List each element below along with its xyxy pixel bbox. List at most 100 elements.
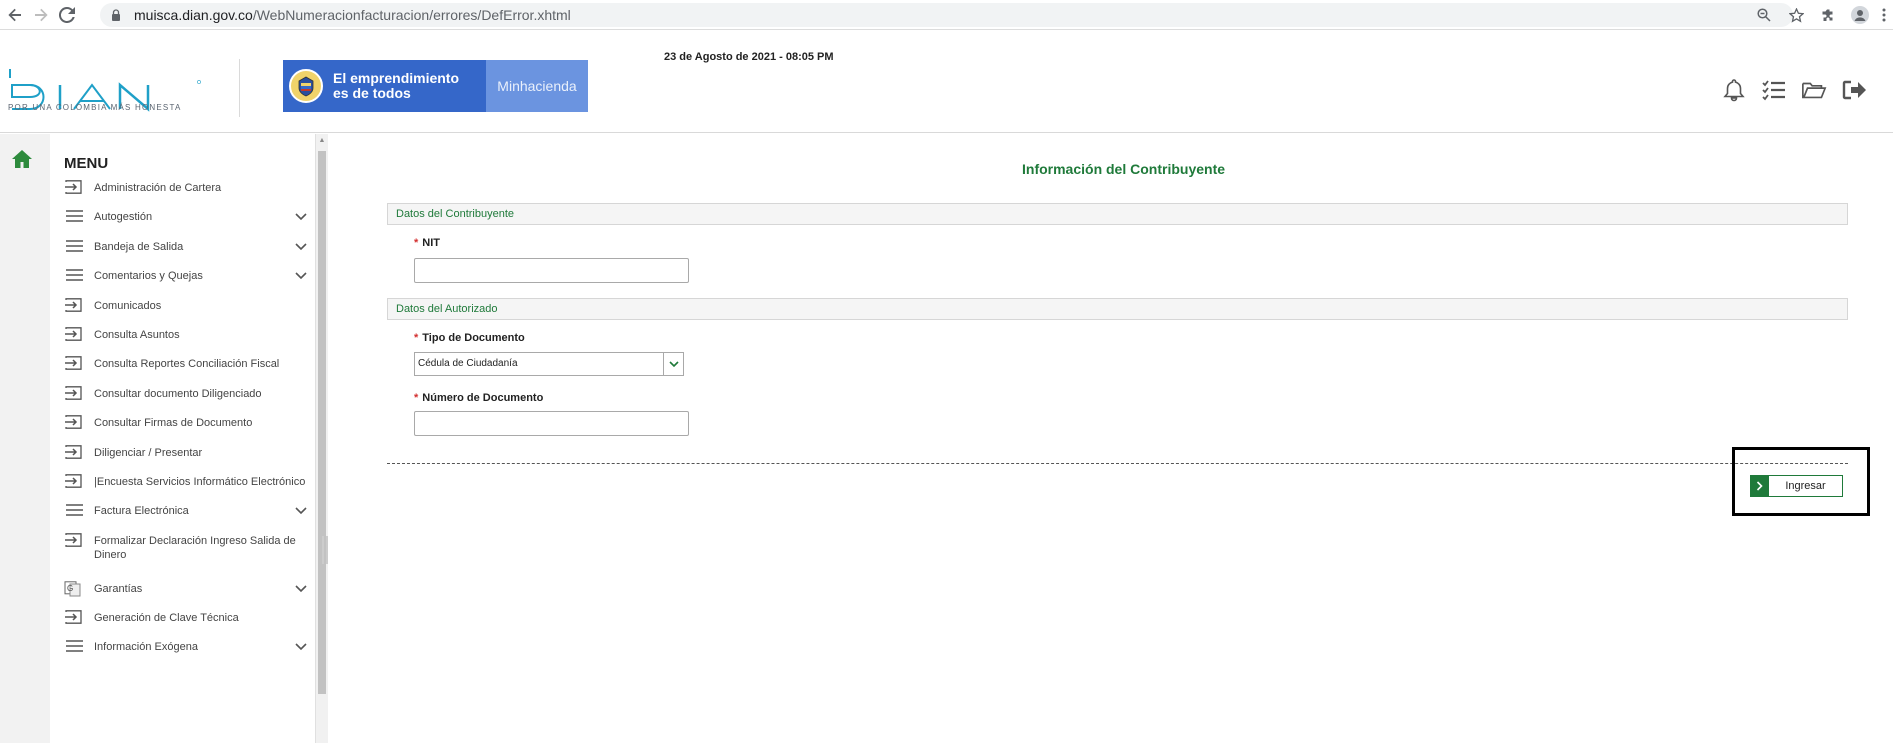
- arrow-right-box-icon: [64, 385, 86, 400]
- sidebar-item-label: Formalizar Declaración Ingreso Salida de…: [94, 534, 296, 561]
- scroll-up-arrow-icon[interactable]: ▲: [318, 137, 326, 145]
- arrow-right-box-icon: [64, 444, 86, 459]
- address-bar[interactable]: muisca.dian.gov.co/WebNumeracionfacturac…: [100, 3, 1793, 27]
- arrow-right-box-icon: [64, 356, 86, 371]
- sidebar-item[interactable]: Formalizar Declaración Ingreso Salida de…: [64, 532, 310, 582]
- nit-label: * NIT: [414, 237, 440, 249]
- numero-documento-label: * Número de Documento: [414, 392, 543, 404]
- required-mark: *: [414, 237, 419, 249]
- hamburger-icon: [64, 503, 86, 517]
- gov-banner-line1: El emprendimiento: [333, 70, 460, 86]
- arrow-right-box-icon: [64, 532, 86, 547]
- sidebar-item-label: Consulta Asuntos: [94, 328, 180, 341]
- sidebar-item-label: Factura Electrónica: [94, 505, 189, 518]
- required-mark: *: [414, 392, 419, 404]
- sidebar-menu: MENU Administración de Cartera Autogestió…: [50, 134, 316, 743]
- back-icon[interactable]: [4, 4, 26, 26]
- gov-banner-left: El emprendimiento es de todos: [283, 60, 486, 112]
- numero-documento-label-text: Número de Documento: [422, 392, 544, 404]
- sidebar-item[interactable]: Consultar Firmas de Documento: [64, 415, 310, 445]
- sidebar-item[interactable]: Consultar documento Diligenciado: [64, 385, 310, 416]
- reload-icon[interactable]: [56, 4, 78, 26]
- bell-icon[interactable]: [1721, 77, 1747, 103]
- chevron-down-icon[interactable]: [294, 210, 308, 224]
- hamburger-icon: [64, 209, 86, 223]
- sidebar-item[interactable]: Comentarios y Quejas: [64, 269, 310, 298]
- arrow-right-box-icon: [64, 297, 86, 312]
- minhacienda-label: Minhacienda: [486, 60, 588, 112]
- hamburger-icon: [64, 268, 86, 282]
- header-divider: [239, 59, 240, 117]
- sidebar-item-label: Información Exógena: [94, 641, 198, 654]
- chevron-down-icon[interactable]: [294, 582, 308, 596]
- lock-icon: [112, 9, 120, 21]
- chevron-down-icon[interactable]: [294, 269, 308, 283]
- sidebar-rail: [0, 134, 50, 743]
- gov-banner[interactable]: El emprendimiento es de todos Minhaciend…: [283, 60, 588, 112]
- menu-dots-icon[interactable]: [1881, 4, 1887, 26]
- sidebar-item[interactable]: |Encuesta Servicios Informático Electrón…: [64, 474, 310, 504]
- checklist-icon[interactable]: [1761, 77, 1787, 103]
- header-date: 23 de Agosto de 2021 - 08:05 PM: [664, 51, 834, 63]
- forward-icon[interactable]: [30, 4, 52, 26]
- profile-avatar-icon[interactable]: [1849, 4, 1871, 26]
- chevron-down-icon[interactable]: [294, 504, 308, 518]
- chevron-down-icon[interactable]: [294, 240, 308, 254]
- chevron-right-icon: [1751, 476, 1769, 496]
- sidebar-item[interactable]: Información Exógena: [64, 640, 310, 669]
- arrow-right-box-icon: [64, 327, 86, 341]
- folder-open-icon[interactable]: [1801, 77, 1827, 103]
- sidebar-scrollbar-thumb[interactable]: [318, 151, 326, 694]
- colombia-seal-icon: [289, 69, 323, 103]
- site-header: POR UNA COLOMBIA MÁS HONESTA El emprendi…: [0, 31, 1893, 133]
- arrow-right-box-icon: [64, 610, 86, 624]
- page-title: Información del Contribuyente: [1022, 161, 1226, 177]
- sidebar-item[interactable]: Autogestión: [64, 210, 310, 239]
- arrow-right-box-icon: [64, 474, 86, 488]
- sidebar-collapse-handle[interactable]: [322, 536, 328, 564]
- dian-logo[interactable]: [8, 51, 208, 141]
- sidebar-item[interactable]: Comunicados: [64, 297, 310, 328]
- url-path: /WebNumeracionfacturacion/errores/DefErr…: [252, 7, 571, 23]
- sidebar-item[interactable]: Factura Electrónica: [64, 504, 310, 533]
- url-host: muisca.dian.gov.co: [134, 7, 253, 23]
- required-mark: *: [414, 332, 419, 344]
- sidebar-item[interactable]: Consulta Reportes Conciliación Fiscal: [64, 356, 310, 386]
- hamburger-icon: [64, 239, 86, 253]
- logout-icon[interactable]: [1841, 77, 1867, 103]
- home-icon[interactable]: [11, 149, 33, 169]
- sidebar-item[interactable]: Diligenciar / Presentar: [64, 444, 310, 475]
- sidebar-item-label: Comentarios y Quejas: [94, 270, 203, 283]
- tipo-documento-label-text: Tipo de Documento: [422, 332, 525, 344]
- sidebar-item-label: Consultar Firmas de Documento: [94, 417, 253, 430]
- chevron-down-icon[interactable]: [663, 353, 683, 375]
- browser-toolbar: muisca.dian.gov.co/WebNumeracionfacturac…: [0, 0, 1893, 30]
- sidebar-item-label: Generación de Clave Técnica: [94, 612, 239, 625]
- sidebar-item-label: Comunicados: [94, 299, 162, 312]
- tipo-documento-select[interactable]: Cédula de Ciudadanía: [414, 352, 684, 376]
- gov-banner-line2: es de todos: [333, 85, 411, 101]
- ingresar-button[interactable]: Ingresar: [1750, 475, 1843, 497]
- nit-input[interactable]: [414, 258, 689, 283]
- extensions-icon[interactable]: [1817, 4, 1839, 26]
- form-divider: [387, 463, 1848, 464]
- chevron-down-icon[interactable]: [294, 640, 308, 654]
- sidebar-item[interactable]: G Garantías: [64, 580, 310, 611]
- zoom-icon[interactable]: [1753, 4, 1775, 26]
- sidebar-item[interactable]: Bandeja de Salida: [64, 239, 310, 269]
- svg-text:G: G: [67, 584, 73, 593]
- menu-title: MENU: [64, 155, 109, 172]
- sidebar-item[interactable]: Consulta Asuntos: [64, 327, 310, 357]
- sidebar-item-label: Bandeja de Salida: [94, 240, 184, 253]
- numero-documento-input[interactable]: [414, 411, 689, 436]
- sidebar-item-label: Administración de Cartera: [94, 182, 222, 194]
- tipo-documento-label: * Tipo de Documento: [414, 332, 525, 344]
- star-icon[interactable]: [1785, 4, 1807, 26]
- dian-tagline: POR UNA COLOMBIA MÁS HONESTA: [8, 103, 182, 112]
- sidebar-item[interactable]: Administración de Cartera: [64, 180, 310, 210]
- sidebar-item-label: Diligenciar / Presentar: [94, 446, 203, 459]
- sidebar-item-label: Consultar documento Diligenciado: [94, 387, 262, 400]
- menu-list: Administración de Cartera Autogestión Band…: [64, 180, 310, 670]
- sidebar-item[interactable]: Generación de Clave Técnica: [64, 610, 310, 640]
- g-box-icon: G: [64, 580, 86, 597]
